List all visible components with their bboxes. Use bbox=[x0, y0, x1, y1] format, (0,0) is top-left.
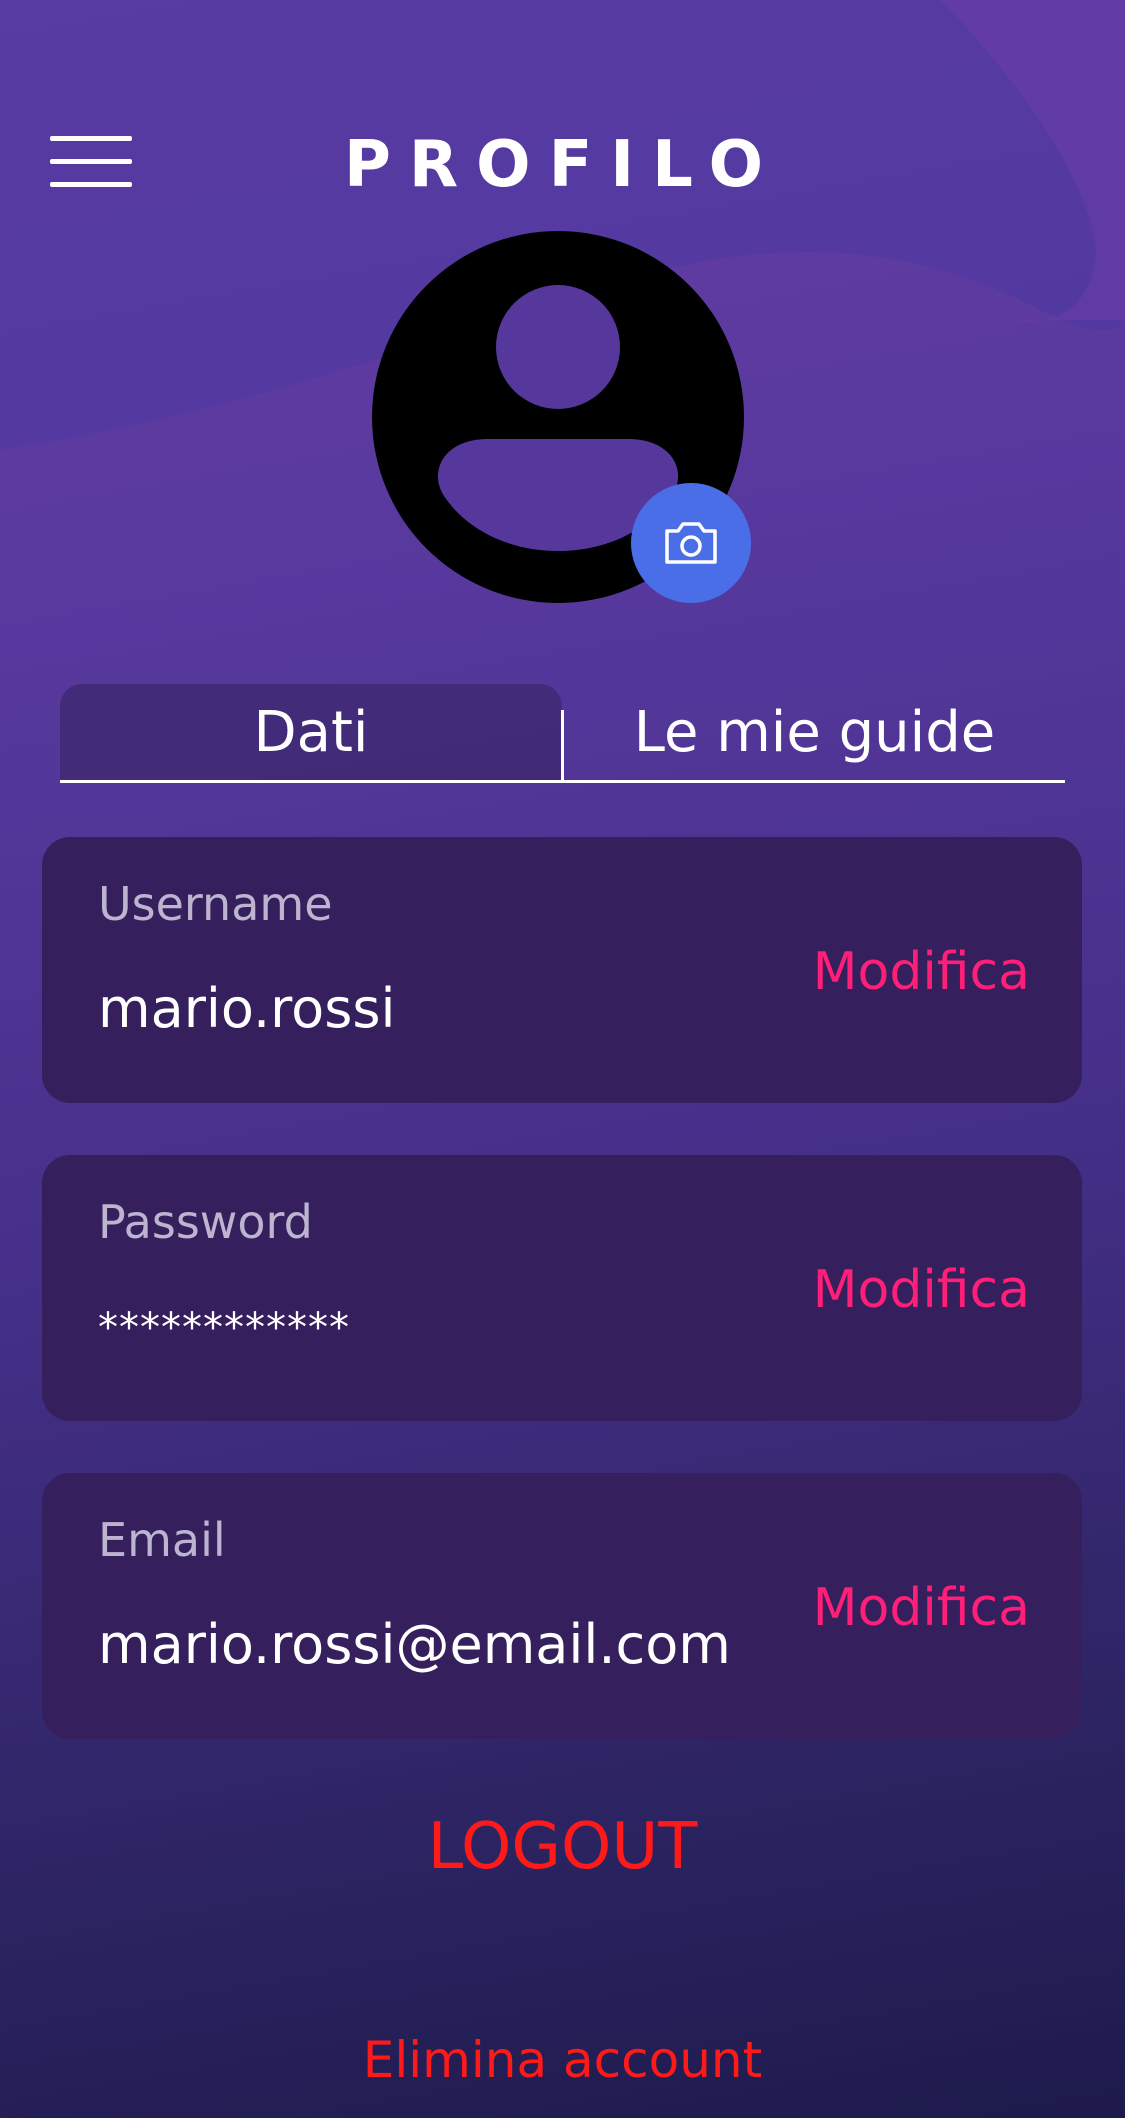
edit-email-button[interactable]: Modifica bbox=[813, 1578, 1030, 1638]
edit-password-button[interactable]: Modifica bbox=[813, 1260, 1030, 1320]
password-value: ************ bbox=[98, 1305, 350, 1351]
tab-underline bbox=[60, 780, 1065, 783]
page-title: PROFILO bbox=[343, 128, 782, 202]
tab-bar: Dati Le mie guide bbox=[60, 684, 1065, 783]
camera-icon bbox=[665, 522, 717, 564]
logout-button[interactable]: LOGOUT bbox=[0, 1810, 1125, 1884]
email-value: mario.rossi@email.com bbox=[98, 1613, 731, 1676]
password-card: Password ************ Modifica bbox=[42, 1155, 1082, 1421]
password-label: Password bbox=[98, 1195, 313, 1249]
email-label: Email bbox=[98, 1513, 226, 1567]
delete-account-button[interactable]: Elimina account bbox=[0, 2031, 1125, 2089]
username-label: Username bbox=[98, 877, 333, 931]
change-photo-button[interactable] bbox=[631, 483, 751, 603]
tab-le-mie-guide[interactable]: Le mie guide bbox=[564, 684, 1065, 780]
username-value: mario.rossi bbox=[98, 977, 396, 1040]
edit-username-button[interactable]: Modifica bbox=[813, 942, 1030, 1002]
email-card: Email mario.rossi@email.com Modifica bbox=[42, 1473, 1082, 1739]
username-card: Username mario.rossi Modifica bbox=[42, 837, 1082, 1103]
tab-dati[interactable]: Dati bbox=[60, 684, 562, 780]
